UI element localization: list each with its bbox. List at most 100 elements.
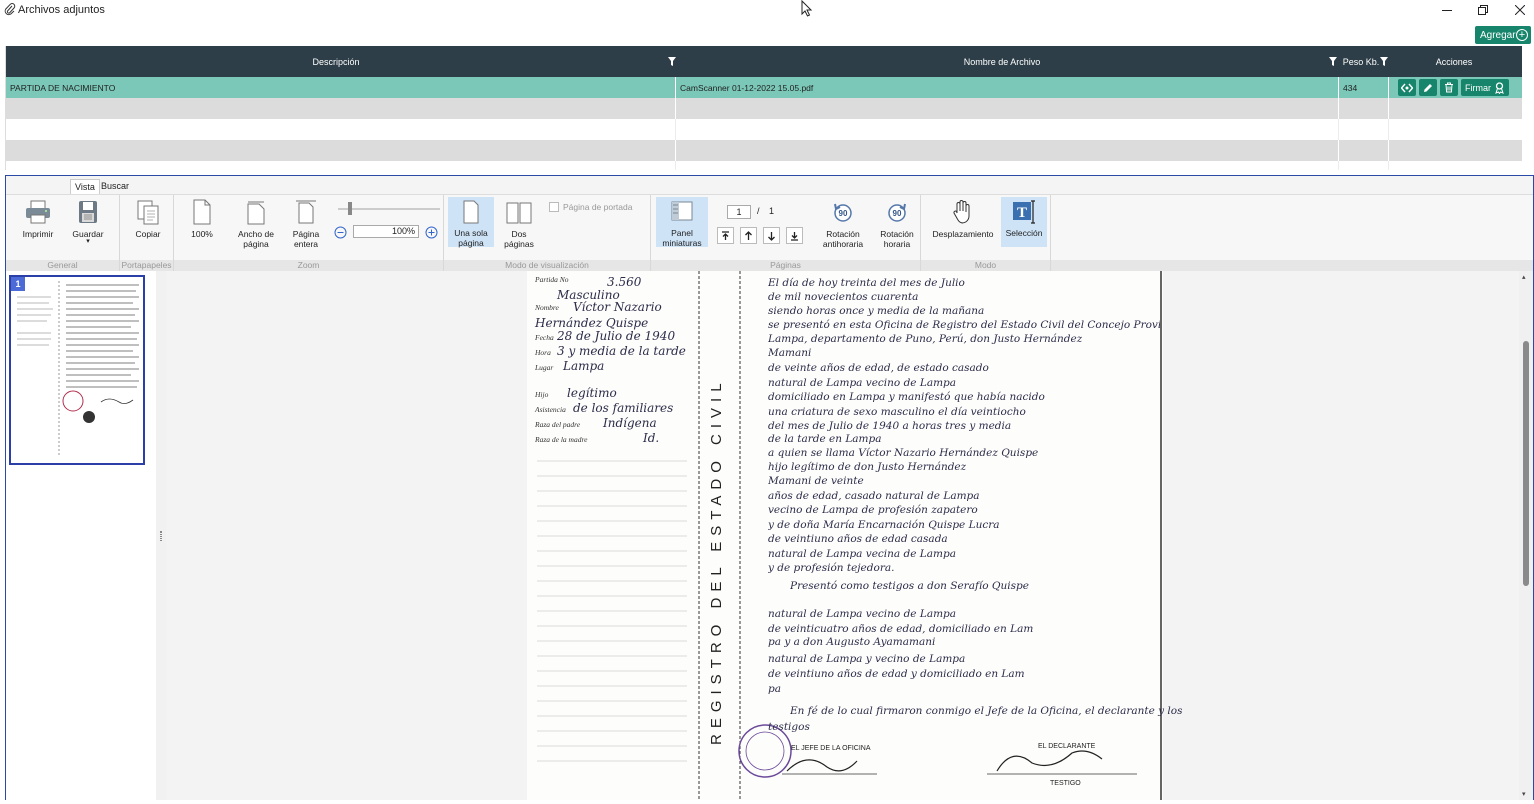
close-button[interactable] — [1505, 0, 1534, 20]
handwritten-value: 28 de Julio de 1940 — [557, 329, 676, 343]
paperclip-icon — [4, 3, 16, 16]
signature-label-left: EL JEFE DE LA OFICINA — [791, 745, 871, 752]
document-line: testigos — [768, 721, 810, 733]
document-line: de mil novecientos cuarenta — [768, 291, 919, 303]
checkbox-box[interactable] — [549, 202, 559, 212]
print-button[interactable]: Imprimir — [18, 198, 58, 239]
last-page-button[interactable] — [786, 227, 803, 244]
group-label: Portapapeles — [120, 260, 173, 271]
table-row[interactable] — [6, 98, 1522, 119]
save-button[interactable]: Guardar ▾ — [68, 198, 108, 245]
tab-vista[interactable]: Vista — [70, 179, 100, 194]
panel-splitter[interactable] — [156, 271, 166, 800]
thumbnail-panel-icon — [671, 201, 693, 221]
scroll-down-icon[interactable]: ▾ — [1522, 790, 1526, 798]
rotate-counterclockwise-button[interactable]: 90 Rotación antihoraria — [817, 198, 869, 249]
restore-icon — [1478, 5, 1488, 15]
page-thumbnail[interactable]: 1 — [9, 275, 145, 465]
rotate-left-icon: 90 — [834, 203, 852, 222]
tab-buscar[interactable]: Buscar — [97, 179, 133, 194]
document-line: Mamani — [768, 347, 812, 359]
svg-text:90: 90 — [893, 209, 902, 218]
svg-text:90: 90 — [839, 209, 848, 218]
table-row[interactable]: PARTIDA DE NACIMIENTO CamScanner 01-12-2… — [6, 77, 1522, 98]
zoom-100-label: 100% — [191, 229, 213, 239]
group-general: Imprimir Guardar ▾ General — [6, 195, 120, 271]
dropdown-arrow-icon: ▾ — [86, 238, 90, 245]
scrollbar-thumb[interactable] — [1523, 341, 1529, 586]
sign-button[interactable]: Firmar — [1461, 79, 1509, 96]
rotate-right-label: Rotación horaria — [880, 229, 914, 249]
add-button-label: Agregar — [1480, 29, 1516, 41]
group-label: Zoom — [174, 260, 443, 271]
document-line: vecino de Lampa de profesión zapatero — [768, 504, 978, 516]
cell-peso: 434 — [1339, 77, 1389, 98]
zoom-100-button[interactable]: 100% — [182, 198, 222, 239]
single-page-icon — [463, 200, 479, 224]
document-line: de veintiuno años de edad y domiciliado … — [768, 668, 1025, 680]
document-line: natural de Lampa vecino de Lampa — [768, 608, 957, 620]
column-header-acciones: Acciones — [1435, 56, 1473, 67]
form-label: Nombre — [535, 303, 559, 312]
column-header-nombre-archivo[interactable]: Nombre de Archivo — [676, 46, 1328, 77]
full-page-button[interactable]: Página entera — [286, 198, 326, 249]
zoom-out-icon[interactable] — [334, 226, 347, 239]
document-line: y de profesión tejedora. — [768, 562, 895, 574]
page-width-button[interactable]: Ancho de página — [232, 198, 280, 249]
page-total: 1 — [769, 206, 775, 216]
column-header-descripcion[interactable]: Descripción — [6, 46, 666, 77]
filter-icon[interactable] — [1329, 57, 1337, 66]
zoom-in-icon[interactable] — [425, 226, 438, 239]
table-row[interactable] — [6, 140, 1522, 161]
group-label: General — [6, 260, 119, 271]
zoom-value-input[interactable]: 100% — [353, 225, 419, 238]
text-select-icon: T — [1013, 200, 1035, 224]
table-row[interactable] — [6, 119, 1522, 140]
document-area[interactable]: Partida No 3.560 Masculino Nombre Víctor Naz… — [166, 271, 1519, 800]
filter-icon[interactable] — [668, 57, 676, 66]
scroll-up-icon[interactable]: ▴ — [1522, 273, 1526, 281]
two-pages-label: Dos páginas — [504, 229, 534, 249]
two-pages-button[interactable]: Dos páginas — [498, 198, 540, 249]
document-line: del mes de Julio de 1940 a horas tres y … — [768, 420, 1012, 432]
document-line: siendo horas once y media de la mañana — [768, 305, 985, 317]
filter-icon[interactable] — [1380, 57, 1388, 66]
handwritten-value: 3 y media de la tarde — [557, 344, 686, 358]
vertical-scrollbar[interactable]: ▴ ▾ — [1519, 271, 1533, 800]
zoom-slider[interactable] — [338, 208, 440, 210]
rotate-clockwise-button[interactable]: 90 Rotación horaria — [875, 198, 919, 249]
page-number-input[interactable]: 1 — [727, 205, 751, 219]
full-page-icon — [296, 200, 316, 224]
page-icon — [193, 199, 211, 225]
document-line: una criatura de sexo masculino el día ve… — [768, 406, 1026, 418]
form-label: Asistencia — [535, 405, 566, 414]
table-row[interactable] — [6, 161, 1522, 170]
next-page-button[interactable] — [763, 227, 780, 244]
document-line: de veinte años de edad, de estado casado — [768, 362, 989, 374]
splitter-grip[interactable] — [160, 531, 162, 541]
document-line: En fé de lo cual firmaron conmigo el Jef… — [790, 705, 1182, 717]
cover-page-checkbox[interactable]: Página de portada — [549, 202, 632, 212]
zoom-slider-thumb[interactable] — [348, 202, 353, 215]
thumbnail-panel-button[interactable]: Panel miniaturas — [656, 197, 708, 248]
previous-page-button[interactable] — [740, 227, 757, 244]
viewer-ribbon: Imprimir Guardar ▾ General Copiar Portap… — [6, 194, 1533, 271]
minimize-button[interactable] — [1432, 0, 1462, 20]
restore-button[interactable] — [1468, 0, 1498, 20]
form-label: Hora — [535, 348, 551, 357]
handwritten-value: Lampa — [563, 359, 605, 373]
select-mode-label: Selección — [1005, 228, 1043, 238]
document-line: natural de Lampa y vecino de Lampa — [768, 653, 966, 665]
add-button[interactable]: Agregar + — [1475, 26, 1531, 44]
select-mode-button[interactable]: T Selección — [1001, 197, 1047, 247]
delete-button[interactable] — [1440, 79, 1458, 96]
edit-button[interactable] — [1419, 79, 1437, 96]
copy-button[interactable]: Copiar — [128, 198, 168, 239]
pan-mode-button[interactable]: Desplazamiento — [931, 198, 995, 239]
chevron-right-icon[interactable] — [1525, 56, 1531, 66]
first-page-button[interactable] — [717, 227, 734, 244]
single-page-button[interactable]: Una sola página — [448, 197, 494, 248]
column-header-peso[interactable]: Peso Kb. — [1339, 46, 1383, 77]
cover-page-label: Página de portada — [563, 202, 633, 212]
view-button[interactable] — [1398, 79, 1416, 96]
